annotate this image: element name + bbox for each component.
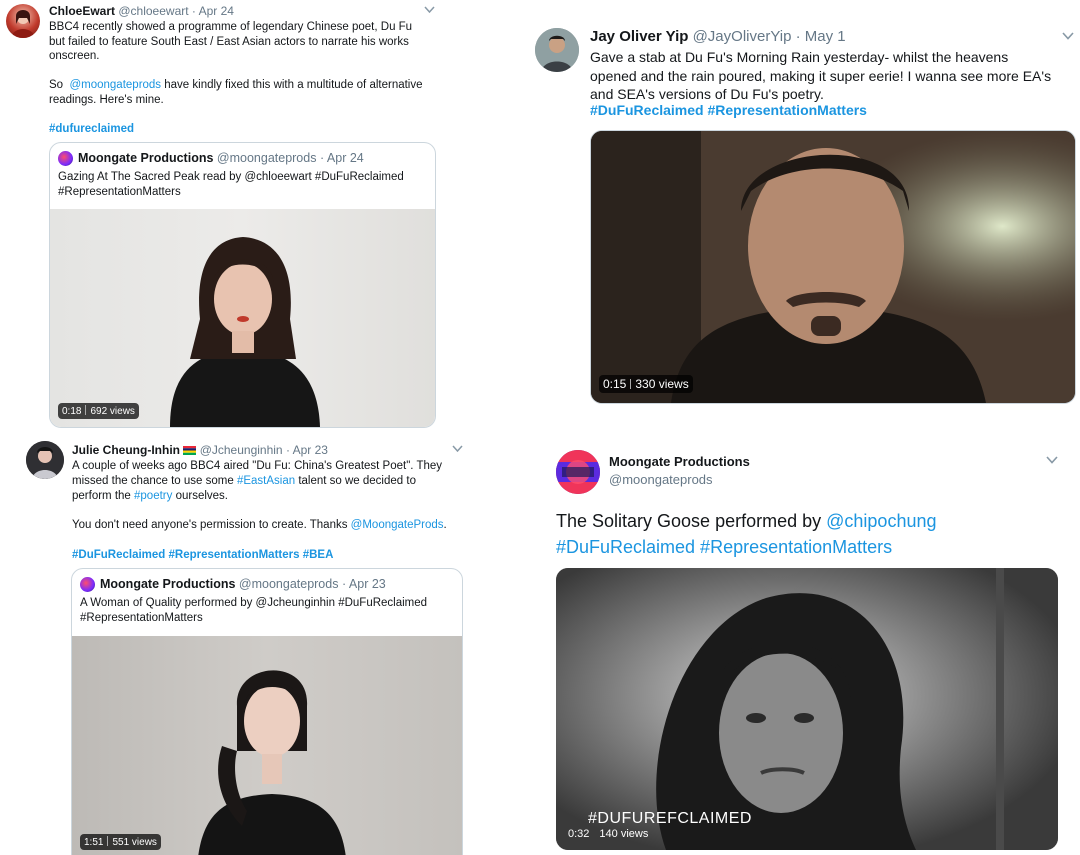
- video-duration-badge: 0:15 330 views: [599, 375, 693, 393]
- quote-author-name[interactable]: Moongate Productions: [78, 151, 213, 165]
- hashtag-links[interactable]: #DuFuReclaimed #RepresentationMatters: [556, 534, 937, 560]
- avatar-jay[interactable]: [535, 28, 579, 72]
- quote-text: Gazing At The Sacred Peak read by @chloe…: [58, 171, 404, 198]
- mention-link[interactable]: @moongateprods: [69, 79, 161, 91]
- tweet-author-name[interactable]: Moongate Productions: [609, 454, 750, 469]
- quote-author-name[interactable]: Moongate Productions: [100, 577, 235, 591]
- tweet-text: So: [49, 79, 64, 91]
- chevron-down-icon[interactable]: [424, 6, 435, 14]
- video-time: 0:15: [603, 377, 627, 391]
- video-time: 0:32: [568, 828, 590, 840]
- video-player[interactable]: #DUFUREFCLAIMED 0:32 140 views: [556, 568, 1058, 850]
- quote-text: A Woman of Quality performed by @Jcheung…: [80, 597, 428, 624]
- tweet-author-handle[interactable]: @chloeewart: [118, 4, 188, 18]
- mention-link[interactable]: @MoongateProds: [351, 519, 444, 531]
- tweet-chloe[interactable]: ChloeEwart @chloeewart · Apr 24 BBC4 rec…: [0, 0, 442, 430]
- moongate-logo[interactable]: [556, 450, 600, 494]
- tweet-text: missed the chance to use some: [72, 474, 234, 487]
- video-views: 551 views: [112, 837, 157, 848]
- chevron-down-icon[interactable]: [452, 445, 463, 453]
- tweet-author-handle[interactable]: @moongateprods: [609, 472, 750, 487]
- tweet-text: perform the: [72, 489, 131, 502]
- video-duration-badge: 1:51 551 views: [80, 834, 161, 850]
- tweet-date[interactable]: · May 1: [796, 28, 846, 45]
- tweet-text-line: onscreen.: [49, 50, 100, 62]
- tweet-date[interactable]: · Apr 24: [192, 4, 234, 18]
- chevron-down-icon[interactable]: [1046, 456, 1058, 464]
- hashtag-links[interactable]: #DuFuReclaimed #RepresentationMatters #B…: [72, 548, 447, 563]
- video-thumbnail: [170, 237, 320, 427]
- video-duration-badge: 0:32 140 views: [564, 826, 652, 842]
- video-duration-badge: 0:18 692 views: [58, 403, 139, 419]
- tweet-author-handle[interactable]: @Jcheunginhin: [200, 443, 283, 457]
- tweet-text-line: readings. Here's mine.: [49, 93, 164, 106]
- tweet-moongate[interactable]: Moongate Productions @moongateprods The …: [540, 440, 1080, 855]
- tweet-text-line: BBC4 recently showed a programme of lege…: [49, 21, 413, 33]
- video-thumbnail: [198, 670, 346, 855]
- video-views: 140 views: [599, 828, 649, 840]
- quote-author-handle[interactable]: @moongateprods: [239, 577, 339, 591]
- video-time: 0:18: [62, 406, 82, 417]
- tweet-text: The Solitary Goose performed by: [556, 511, 822, 531]
- quote-author-handle[interactable]: @moongateprods: [217, 151, 317, 165]
- tweet-body: The Solitary Goose performed by @chipoch…: [556, 508, 937, 560]
- moongate-logo: [80, 577, 95, 592]
- video-thumbnail: [556, 568, 1058, 850]
- tweet-text-line: but failed to feature South East / East …: [49, 35, 409, 48]
- avatar-julie[interactable]: [26, 441, 64, 479]
- tweet-text: Gave a stab at Du Fu's Morning Rain yest…: [590, 49, 1052, 102]
- hashtag-link[interactable]: #poetry: [134, 490, 172, 502]
- tweet-text: have kindly fixed this with a multitude …: [164, 79, 423, 91]
- quoted-tweet[interactable]: Moongate Productions @moongateprods · Ap…: [49, 142, 436, 428]
- video-thumbnail: [591, 131, 1075, 403]
- tweet-julie[interactable]: Julie Cheung-Inhin @Jcheunginhin · Apr 2…: [18, 433, 468, 855]
- hashtag-links[interactable]: #DuFuReclaimed #RepresentationMatters: [590, 102, 867, 118]
- hashtag-link[interactable]: #EastAsian: [237, 475, 295, 487]
- mauritius-flag-icon: [183, 446, 197, 455]
- hashtag-link[interactable]: #dufureclaimed: [49, 122, 423, 137]
- tweet-author-name[interactable]: Julie Cheung-Inhin: [72, 443, 180, 457]
- tweet-author-handle[interactable]: @JayOliverYip: [693, 28, 792, 45]
- video-views: 330 views: [635, 377, 689, 391]
- video-player[interactable]: 0:15 330 views: [590, 130, 1076, 404]
- video-time: 1:51: [84, 837, 104, 848]
- tweet-date[interactable]: · Apr 23: [286, 443, 328, 457]
- tweet-text: You don't need anyone's permission to cr…: [72, 519, 348, 532]
- tweet-body: BBC4 recently showed a programme of lege…: [49, 20, 423, 136]
- quote-date[interactable]: · Apr 23: [342, 577, 386, 591]
- tweet-text: .: [443, 519, 447, 532]
- mention-link[interactable]: @chipochung: [826, 511, 936, 531]
- tweet-author-name[interactable]: Jay Oliver Yip: [590, 28, 688, 45]
- avatar-chloe[interactable]: [6, 4, 40, 38]
- tweet-jay[interactable]: Jay Oliver Yip @JayOliverYip · May 1 Gav…: [525, 20, 1080, 410]
- tweet-text-line: A couple of weeks ago BBC4 aired "Du Fu:…: [72, 460, 443, 472]
- video-views: 692 views: [90, 406, 135, 417]
- video-player[interactable]: 1:51 551 views: [72, 636, 462, 855]
- quote-date[interactable]: · Apr 24: [320, 151, 364, 165]
- tweet-text: talent so we decided to: [298, 474, 416, 487]
- chevron-down-icon[interactable]: [1062, 32, 1074, 40]
- tweet-body: A couple of weeks ago BBC4 aired "Du Fu:…: [72, 459, 447, 563]
- tweet-text: ourselves.: [175, 489, 228, 502]
- quoted-tweet[interactable]: Moongate Productions @moongateprods · Ap…: [71, 568, 463, 855]
- tweet-author-name[interactable]: ChloeEwart: [49, 4, 115, 18]
- video-player[interactable]: 0:18 692 views: [50, 209, 435, 427]
- moongate-logo: [58, 151, 73, 166]
